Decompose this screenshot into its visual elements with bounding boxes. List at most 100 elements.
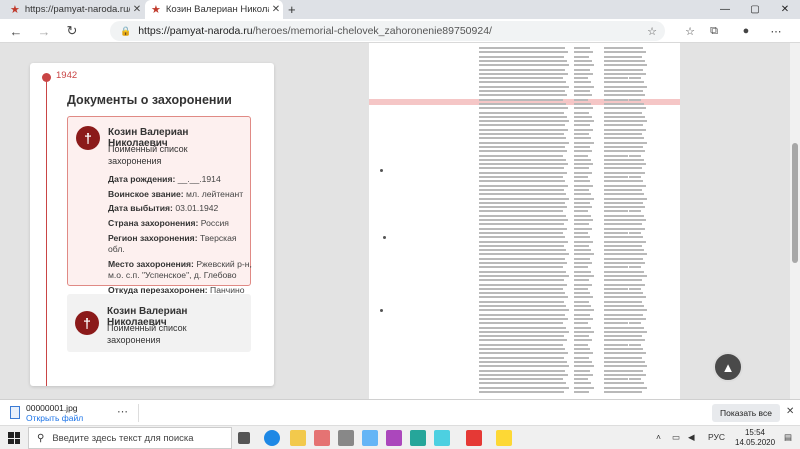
document-scan-image[interactable] <box>369 43 680 399</box>
scan-text-line <box>629 59 645 62</box>
refresh-button[interactable]: ↻ <box>62 21 82 41</box>
tab-active-person[interactable]: ★ Козин Валериан Николаевич ✕ <box>145 0 283 19</box>
profile-icon[interactable]: ● <box>736 21 756 41</box>
scan-text-line <box>574 210 588 213</box>
page-scrollbar[interactable] <box>790 43 800 399</box>
app-icon[interactable] <box>362 430 378 446</box>
tray-chevron-icon[interactable]: ˄ <box>656 432 661 442</box>
taskbar-search-field[interactable]: ⚲ Введите здесь текст для поиска <box>28 427 232 449</box>
file-explorer-icon[interactable] <box>290 430 306 446</box>
edge-browser-icon[interactable] <box>264 430 280 446</box>
scan-text-line <box>629 262 645 264</box>
scan-text-line <box>574 188 589 191</box>
field-burial-region: Регион захоронения: Тверская обл. <box>108 232 237 255</box>
scan-text-line <box>629 115 645 118</box>
scan-text-line <box>519 124 565 127</box>
scan-text-line <box>604 167 629 170</box>
open-file-link[interactable]: Открыть файл <box>26 413 83 423</box>
burial-document-card[interactable]: † Козин Валериан Николаевич Поименный сп… <box>67 294 251 352</box>
close-icon[interactable]: ✕ <box>269 4 283 15</box>
clock[interactable]: 15:54 14.05.2020 <box>735 428 775 448</box>
collections-icon[interactable]: ⧉ <box>704 21 724 41</box>
scan-text-line <box>604 77 628 80</box>
scrollbar-thumb[interactable] <box>792 143 798 263</box>
close-window-button[interactable]: ✕ <box>770 0 800 19</box>
scan-text-line <box>604 343 628 346</box>
back-button[interactable]: ← <box>6 21 26 41</box>
app-icon[interactable] <box>410 430 426 446</box>
file-icon <box>10 406 20 419</box>
scan-text-line <box>574 201 590 204</box>
scan-text-line <box>519 339 567 342</box>
scan-text-line <box>629 309 647 312</box>
scan-text-line <box>519 279 564 282</box>
app-icon[interactable] <box>434 430 450 446</box>
download-file-name[interactable]: 00000001.jpg <box>26 403 78 413</box>
scan-text-line <box>574 158 591 161</box>
windows-start-icon[interactable] <box>8 432 20 444</box>
scan-text-line <box>574 305 591 307</box>
timeline-dot <box>42 73 51 82</box>
scan-text-line <box>604 154 628 157</box>
url-field[interactable]: 🔒 https://pamyat-naroda.ru/heroes/memori… <box>110 21 665 41</box>
scan-text-line <box>574 386 594 389</box>
close-icon[interactable]: ✕ <box>130 4 144 15</box>
favorites-icon[interactable]: ☆ <box>680 21 700 41</box>
scan-text-line <box>574 244 589 247</box>
clock-time: 15:54 <box>744 428 766 437</box>
scan-text-line <box>519 150 567 153</box>
scan-text-line <box>519 137 566 140</box>
app-icon[interactable] <box>386 430 402 446</box>
scan-text-line <box>629 111 642 114</box>
app-icon[interactable] <box>496 430 512 446</box>
minimize-button[interactable]: — <box>710 0 740 19</box>
scan-text-line <box>604 262 632 264</box>
menu-icon[interactable]: ⋯ <box>766 21 786 41</box>
scan-text-line <box>519 378 563 381</box>
scan-text-line <box>604 313 630 316</box>
search-icon: ⚲ <box>37 432 45 444</box>
notifications-icon[interactable]: ▤ <box>784 432 792 443</box>
favorite-star-icon[interactable]: ☆ <box>647 25 657 38</box>
store-icon[interactable] <box>314 430 330 446</box>
network-icon[interactable]: ▭ <box>672 432 680 443</box>
scan-text-line <box>604 249 631 252</box>
scan-text-line <box>604 227 632 230</box>
scan-text-line <box>519 188 564 191</box>
scan-text-line <box>574 171 592 174</box>
scan-text-line <box>604 356 629 359</box>
star-icon: ★ <box>151 4 161 16</box>
scan-text-line <box>629 283 645 286</box>
scan-text-line <box>629 287 641 290</box>
close-icon[interactable]: ✕ <box>786 406 794 417</box>
restore-button[interactable]: ▢ <box>740 0 770 19</box>
scan-text-line <box>574 111 589 114</box>
scan-text-line <box>629 158 644 161</box>
scan-text-line <box>629 219 646 221</box>
scan-text-line <box>574 378 588 381</box>
task-view-icon[interactable] <box>238 432 250 444</box>
clock-date: 14.05.2020 <box>735 438 776 447</box>
scan-text-line <box>519 322 563 325</box>
app-icon[interactable] <box>466 430 482 446</box>
scan-text-line <box>519 145 565 148</box>
scan-text-line <box>629 150 645 153</box>
field-departure-date: Дата выбытия: 03.01.1942 <box>108 203 219 214</box>
field-birth-date: Дата рождения: __.__.1914 <box>108 174 221 184</box>
address-bar: ← → ↻ 🔒 https://pamyat-naroda.ru/heroes/… <box>0 19 800 43</box>
burial-document-card-selected[interactable]: † Козин Валериан Николаевич Поименный сп… <box>67 116 252 295</box>
forward-button[interactable]: → <box>34 21 54 41</box>
language-indicator[interactable]: РУС <box>708 432 725 442</box>
scan-text-line <box>574 64 594 67</box>
tab-memorial-list[interactable]: ★ https://pamyat-naroda.ru/heroes ✕ <box>4 0 144 19</box>
app-icon[interactable] <box>338 430 354 446</box>
more-options-icon[interactable]: ⋯ <box>117 405 128 418</box>
scan-text-line <box>519 317 568 320</box>
show-all-button[interactable]: Показать все <box>712 404 780 422</box>
scan-text-line <box>574 223 589 226</box>
windows-taskbar: ⚲ Введите здесь текст для поиска ˄ ▭ ◀ Р… <box>0 425 800 449</box>
volume-icon[interactable]: ◀ <box>688 432 695 443</box>
scroll-to-top-button[interactable]: ▲ <box>713 352 743 382</box>
scan-text-line <box>604 360 632 363</box>
new-tab-button[interactable]: + <box>288 2 296 17</box>
